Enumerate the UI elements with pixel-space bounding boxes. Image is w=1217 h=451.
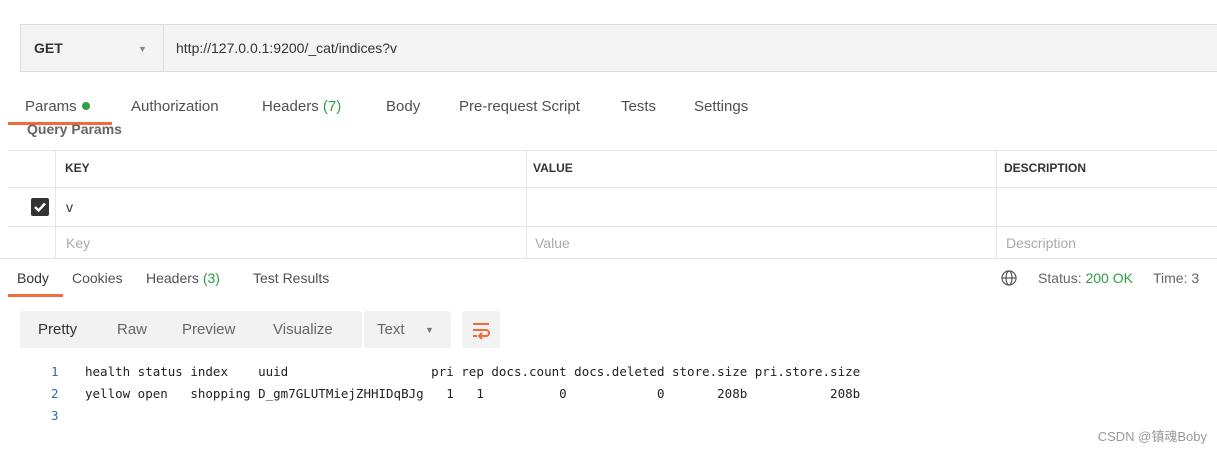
method-select[interactable]: GET ▼ xyxy=(21,25,164,71)
response-body-line: health status index uuid pri rep docs.co… xyxy=(85,364,861,379)
view-visualize-button[interactable]: Visualize xyxy=(273,321,333,338)
format-select-label: Text xyxy=(377,321,405,338)
line-number: 1 xyxy=(51,364,59,379)
tab-params-label: Params xyxy=(25,98,77,115)
response-tab-headers-count: (3) xyxy=(202,270,220,286)
tab-tests[interactable]: Tests xyxy=(621,98,656,115)
tab-headers-count: (7) xyxy=(322,98,342,115)
response-tab-body-underline xyxy=(8,294,63,297)
column-header-key: KEY xyxy=(65,161,90,175)
status-label: Status: xyxy=(1038,270,1082,286)
wrap-lines-icon xyxy=(473,323,490,340)
chevron-down-icon: ▼ xyxy=(138,44,147,54)
response-time: Time: 3 xyxy=(1153,270,1200,286)
new-value-input[interactable]: Value xyxy=(535,235,570,251)
table-bottom-border xyxy=(0,258,1217,259)
format-select[interactable]: Text ▼ xyxy=(364,311,451,348)
table-row-border xyxy=(8,226,1217,227)
new-description-input[interactable]: Description xyxy=(1006,235,1076,251)
param-key-cell[interactable]: v xyxy=(66,199,73,215)
tab-body[interactable]: Body xyxy=(386,98,420,115)
chevron-down-icon: ▼ xyxy=(425,325,434,335)
response-tab-body[interactable]: Body xyxy=(17,270,49,286)
line-number: 3 xyxy=(51,408,59,423)
tab-authorization[interactable]: Authorization xyxy=(131,98,219,115)
tab-prerequest-script[interactable]: Pre-request Script xyxy=(459,98,580,115)
request-url-bar: GET ▼ http://127.0.0.1:9200/_cat/indices… xyxy=(20,24,1217,72)
response-tab-headers-label: Headers xyxy=(146,270,199,286)
view-mode-group: Pretty Raw Preview Visualize xyxy=(20,311,362,348)
view-pretty-button[interactable]: Pretty xyxy=(38,321,77,338)
param-enabled-checkbox[interactable] xyxy=(31,198,49,216)
table-col-divider xyxy=(526,150,527,258)
view-raw-button[interactable]: Raw xyxy=(117,321,147,338)
table-header-border xyxy=(8,187,1217,188)
tab-headers[interactable]: Headers (7) xyxy=(262,98,341,115)
globe-icon[interactable] xyxy=(1001,270,1017,289)
tab-settings[interactable]: Settings xyxy=(694,98,748,115)
column-header-value: VALUE xyxy=(533,161,573,175)
wrap-lines-button[interactable] xyxy=(462,311,500,348)
tab-params[interactable]: Params xyxy=(25,98,90,115)
response-tab-test-results[interactable]: Test Results xyxy=(253,270,329,286)
table-col-divider xyxy=(55,150,56,258)
response-tab-headers[interactable]: Headers (3) xyxy=(146,270,220,286)
response-tab-cookies[interactable]: Cookies xyxy=(72,270,123,286)
watermark: CSDN @镇魂Boby xyxy=(1097,429,1207,444)
checkmark-icon xyxy=(34,202,46,213)
table-top-border xyxy=(8,150,1217,151)
response-status: Status: 200 OK xyxy=(1038,270,1133,286)
view-preview-button[interactable]: Preview xyxy=(182,321,235,338)
params-active-dot-icon xyxy=(81,102,90,110)
column-header-description: DESCRIPTION xyxy=(1004,161,1087,175)
line-number: 2 xyxy=(51,386,59,401)
tab-headers-label: Headers xyxy=(262,98,319,115)
status-value: 200 OK xyxy=(1085,270,1133,286)
method-label: GET xyxy=(34,40,63,56)
table-col-divider xyxy=(996,150,997,258)
url-input[interactable]: http://127.0.0.1:9200/_cat/indices?v xyxy=(176,40,397,56)
response-body-line: yellow open shopping D_gm7GLUTMiejZHHIDq… xyxy=(85,386,861,401)
new-key-input[interactable]: Key xyxy=(66,235,90,251)
query-params-title: Query Params xyxy=(27,121,122,137)
